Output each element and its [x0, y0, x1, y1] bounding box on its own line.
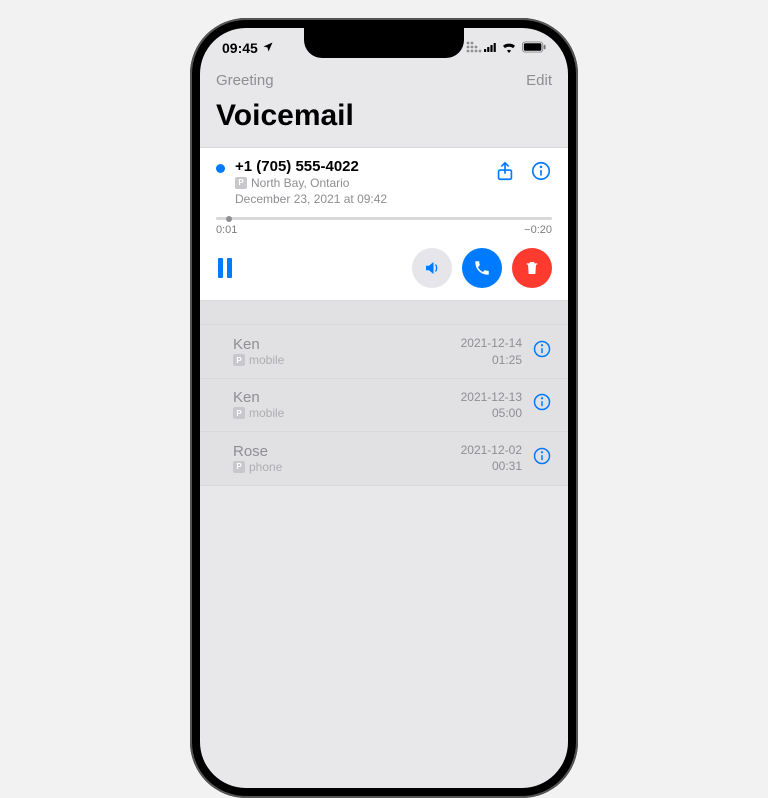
greeting-button[interactable]: Greeting [216, 72, 274, 89]
speaker-button[interactable] [412, 248, 452, 288]
voicemail-date: 2021-12-02 [461, 442, 522, 458]
phone-type-badge-icon: P [233, 407, 245, 419]
dual-signal-icon [466, 40, 496, 56]
phone-type: phone [249, 460, 282, 474]
caller-name: Rose [233, 443, 461, 460]
delete-button[interactable] [512, 248, 552, 288]
voicemail-list: Ken Pmobile 2021-12-14 01:25 Ken Pmobile… [200, 325, 568, 485]
phone-type: mobile [249, 353, 284, 367]
voicemail-row[interactable]: Ken Pmobile 2021-12-13 05:00 [200, 379, 568, 432]
info-icon[interactable] [532, 339, 552, 364]
call-back-button[interactable] [462, 248, 502, 288]
screen: 09:45 [200, 28, 568, 788]
phone-type-badge-icon: P [235, 177, 247, 189]
info-icon[interactable] [532, 392, 552, 417]
caller-name: Ken [233, 336, 461, 353]
info-icon[interactable] [530, 160, 552, 187]
playback-controls [216, 248, 552, 288]
voicemail-duration: 00:31 [461, 458, 522, 474]
caller-location: North Bay, Ontario [251, 175, 349, 191]
info-icon[interactable] [532, 446, 552, 471]
caller-name: Ken [233, 389, 461, 406]
phone-frame: 09:45 [190, 18, 578, 798]
page-title: Voicemail [216, 99, 552, 139]
voicemail-date: 2021-12-14 [461, 335, 522, 351]
battery-icon [522, 40, 546, 56]
pause-button[interactable] [216, 258, 232, 278]
location-arrow-icon [262, 40, 274, 56]
remaining-time: −0:20 [524, 224, 552, 236]
voicemail-date: 2021-12-13 [461, 389, 522, 405]
edit-button[interactable]: Edit [526, 72, 552, 89]
share-icon[interactable] [494, 160, 516, 187]
voicemail-header: Greeting Edit Voicemail [200, 68, 568, 147]
status-time: 09:45 [222, 40, 258, 56]
collapsed-row-partial [200, 301, 568, 325]
unread-indicator-icon [216, 164, 225, 173]
voicemail-duration: 05:00 [461, 405, 522, 421]
voicemail-row[interactable]: Ken Pmobile 2021-12-14 01:25 [200, 325, 568, 378]
phone-type-badge-icon: P [233, 354, 245, 366]
voicemail-timestamp: December 23, 2021 at 09:42 [235, 191, 387, 207]
voicemail-duration: 01:25 [461, 352, 522, 368]
phone-type-badge-icon: P [233, 461, 245, 473]
caller-number: +1 (705) 555-4022 [235, 158, 486, 175]
phone-type: mobile [249, 406, 284, 420]
wifi-icon [501, 40, 517, 56]
expanded-voicemail: +1 (705) 555-4022 P North Bay, Ontario D… [200, 147, 568, 301]
voicemail-row[interactable]: Rose Pphone 2021-12-02 00:31 [200, 432, 568, 485]
notch [304, 28, 464, 58]
elapsed-time: 0:01 [216, 224, 237, 236]
playback-scrubber[interactable]: 0:01 −0:20 [216, 217, 552, 236]
scrubber-thumb-icon[interactable] [226, 216, 232, 222]
